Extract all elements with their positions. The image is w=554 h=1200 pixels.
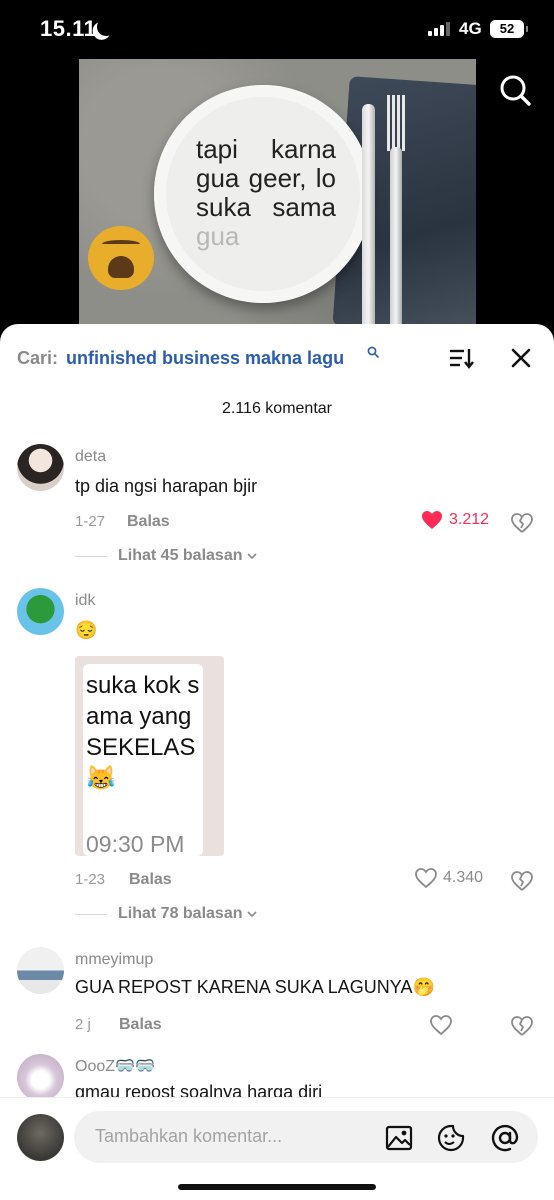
comment-count: 2.116 komentar: [222, 400, 332, 417]
view-replies-button[interactable]: Lihat 45 balasan: [75, 547, 258, 565]
search-small-icon: [367, 346, 379, 358]
view-replies-button[interactable]: Lihat 78 balasan: [75, 905, 258, 923]
divider-line: [75, 913, 107, 915]
like-count: 4.340: [443, 869, 484, 886]
comment-image-attachment[interactable]: suka kok sama yang SEKELAS 😹 09:30 PM: [75, 656, 224, 857]
comment-text: GUA REPOST KARENA SUKA LAGUNYA🤭: [75, 977, 435, 997]
view-replies-label: Lihat 78 balasan: [118, 905, 243, 922]
video-caption: tapi karna gua geer, lo suka sama gua: [196, 135, 336, 251]
comment-username[interactable]: mmeyimup: [75, 951, 153, 969]
avatar[interactable]: [17, 947, 64, 994]
search-suggestion[interactable]: Cari: unfinished business makna lagu: [17, 344, 537, 374]
comments-sheet: Cari: unfinished business makna lagu 2.1…: [0, 324, 554, 1200]
comment-input-placeholder: Tambahkan komentar...: [95, 1126, 283, 1146]
sticker-text: suka kok sama yang SEKELAS 😹: [86, 672, 200, 792]
like-button[interactable]: 3.212: [421, 510, 489, 530]
broken-heart-icon[interactable]: [511, 870, 533, 892]
video-player[interactable]: tapi karna gua geer, lo suka sama gua: [79, 59, 476, 349]
knife-image: [362, 104, 375, 334]
comment-date: 1-23: [75, 871, 106, 888]
fork-image: [387, 95, 405, 340]
comment-date: 2 j: [75, 1016, 91, 1033]
sort-icon[interactable]: [447, 344, 475, 372]
avatar[interactable]: [17, 588, 64, 635]
comment-username[interactable]: deta: [75, 448, 106, 466]
comment-item: deta tp dia ngsi harapan bjir 1-27 Balas…: [0, 442, 554, 582]
network-type: 4G: [459, 19, 482, 38]
heart-filled-icon: [422, 511, 442, 529]
avatar[interactable]: [17, 444, 64, 491]
comment-input-bar: Tambahkan komentar...: [0, 1097, 554, 1200]
avatar[interactable]: [17, 1054, 64, 1097]
reply-button[interactable]: Balas: [127, 513, 170, 531]
battery-icon: 52: [490, 20, 528, 38]
comment-item: idk 😔 suka kok sama yang SEKELAS 😹 09:30…: [0, 586, 554, 926]
heart-outline-icon: [430, 1015, 452, 1035]
comment-username[interactable]: idk: [75, 592, 95, 610]
reply-button[interactable]: Balas: [119, 1016, 162, 1034]
comment-text: 😔: [75, 620, 98, 640]
current-user-avatar[interactable]: [17, 1114, 64, 1161]
pixelated-emoji-sticker: [88, 226, 154, 290]
video-caption-fade: gua: [196, 221, 240, 251]
like-count: 3.212: [449, 511, 490, 528]
like-button[interactable]: [430, 1015, 452, 1035]
emoji-sticker-icon[interactable]: [436, 1123, 466, 1153]
comment-item: OooZ🥽🥽 gmau repost soalnya harga diri: [0, 1052, 554, 1097]
reply-button[interactable]: Balas: [129, 871, 172, 889]
comment-date: 1-27: [75, 513, 106, 530]
signal-icon: [428, 22, 450, 36]
search-query-link[interactable]: unfinished business makna lagu: [66, 348, 344, 369]
status-time: 15.11: [40, 16, 97, 41]
like-button[interactable]: 4.340: [415, 868, 483, 888]
view-replies-label: Lihat 45 balasan: [118, 547, 243, 564]
comment-text: gmau repost soalnya harga diri: [75, 1082, 323, 1097]
comment-input[interactable]: Tambahkan komentar...: [74, 1111, 538, 1163]
chevron-down-icon: [246, 553, 257, 560]
image-icon[interactable]: [384, 1123, 414, 1153]
search-icon[interactable]: [498, 73, 532, 107]
comment-username[interactable]: OooZ🥽🥽: [75, 1056, 155, 1076]
comment-text: tp dia ngsi harapan bjir: [75, 476, 258, 496]
sticker-time: 09:30 PM: [86, 831, 185, 857]
search-label: Cari:: [17, 348, 59, 368]
home-indicator: [178, 1184, 376, 1190]
chevron-down-icon: [246, 911, 257, 918]
mention-icon[interactable]: [490, 1123, 520, 1153]
close-icon[interactable]: [508, 344, 534, 372]
heart-outline-icon: [415, 868, 437, 888]
broken-heart-icon[interactable]: [511, 512, 533, 534]
status-bar: 15.11 4G 52: [0, 0, 554, 60]
moon-icon: [96, 17, 117, 38]
divider-line: [75, 555, 107, 557]
video-caption-main: tapi karna gua geer, lo suka sama: [196, 134, 336, 222]
comment-item: mmeyimup GUA REPOST KARENA SUKA LAGUNYA🤭…: [0, 945, 554, 1045]
broken-heart-icon[interactable]: [511, 1015, 533, 1037]
